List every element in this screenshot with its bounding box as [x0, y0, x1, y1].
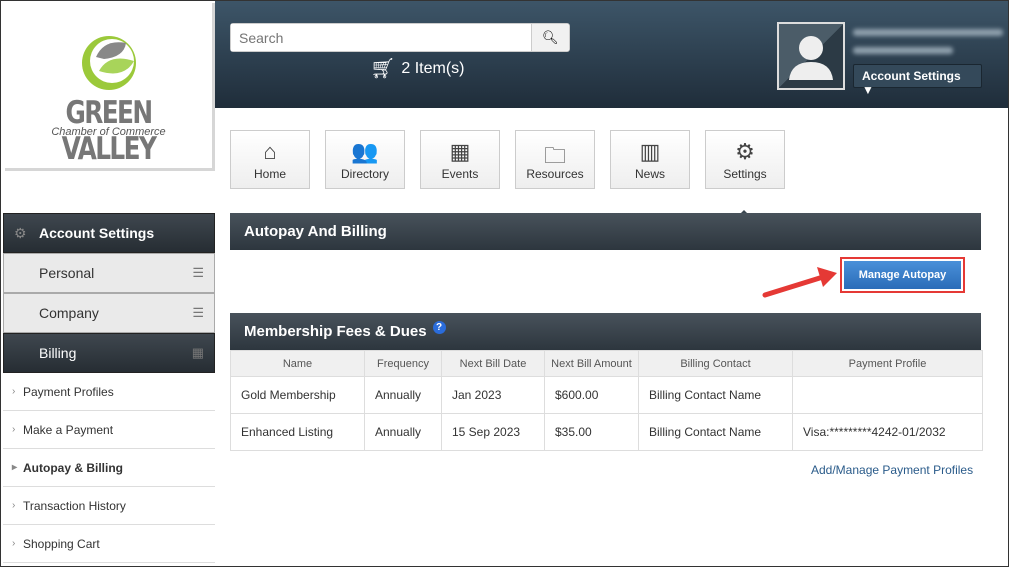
- menu-icon: ☰: [192, 265, 204, 280]
- leaf-logo-icon: [81, 36, 136, 90]
- users-icon: 👥: [351, 139, 379, 164]
- table-row: Enhanced Listing Annually 15 Sep 2023 $35.0…: [230, 413, 983, 451]
- nav-label: Events: [441, 167, 479, 181]
- account-settings-dropdown[interactable]: Account Settings ▼: [853, 64, 982, 97]
- folder-icon: 🗀: [543, 143, 566, 168]
- section-label: Company: [39, 305, 99, 321]
- column-header: Next Bill Date: [441, 350, 545, 377]
- table-header-row: Name Frequency Next Bill Date Next Bill …: [230, 350, 983, 377]
- header: 🔍︎ 🛒︎ 2 Item(s) Account Settings ▼: [215, 1, 1008, 108]
- column-header: Payment Profile: [792, 350, 983, 377]
- cart-icon: 🛒︎: [370, 58, 396, 80]
- section-label: Personal: [39, 265, 95, 281]
- nav-resources[interactable]: 🗀 Resources: [515, 130, 595, 189]
- cell: Billing Contact Name: [638, 376, 793, 414]
- logo-subtitle: Chamber of Commerce: [51, 126, 166, 138]
- sidebar: ⚙ Account Settings Personal ☰ Company ☰ Bil…: [3, 213, 215, 563]
- cell: Enhanced Listing: [230, 413, 365, 451]
- sidebar-header: ⚙ Account Settings: [3, 213, 215, 253]
- nav-directory[interactable]: 👥 Directory: [325, 130, 405, 189]
- logo[interactable]: GREEN VALLEY Chamber of Commerce: [5, 3, 215, 171]
- blurred-user-info: [853, 29, 1003, 36]
- manage-autopay-button[interactable]: Manage Autopay: [844, 261, 961, 289]
- sidebar-item-autopay-billing[interactable]: Autopay & Billing: [3, 449, 215, 487]
- sidebar-item-make-payment[interactable]: Make a Payment: [3, 411, 215, 449]
- gear-icon: ⚙: [735, 139, 755, 164]
- nav-label: Settings: [723, 167, 767, 181]
- sidebar-section-billing[interactable]: Billing ▦: [3, 333, 215, 373]
- caret-down-icon: ▼: [862, 83, 874, 97]
- fees-table: Name Frequency Next Bill Date Next Bill …: [230, 350, 983, 451]
- sidebar-item-transaction-history[interactable]: Transaction History: [3, 487, 215, 525]
- gear-icon: ⚙: [14, 224, 27, 241]
- grid-icon: ▦: [191, 345, 204, 360]
- nav-home[interactable]: ⌂ Home: [230, 130, 310, 189]
- nav-label: News: [634, 167, 665, 181]
- cell: Annually: [364, 376, 442, 414]
- cell: Jan 2023: [441, 376, 545, 414]
- sidebar-item-shopping-cart[interactable]: Shopping Cart: [3, 525, 215, 563]
- column-header: Frequency: [364, 350, 442, 377]
- column-header: Name: [230, 350, 365, 377]
- menu-icon: ☰: [192, 305, 204, 320]
- column-header: Next Bill Amount: [544, 350, 639, 377]
- sidebar-section-personal[interactable]: Personal ☰: [3, 253, 215, 293]
- search-button[interactable]: 🔍︎: [531, 24, 569, 51]
- sidebar-title: Account Settings: [39, 225, 155, 241]
- table-row: Gold Membership Annually Jan 2023 $600.00 Bi…: [230, 376, 983, 414]
- building-icon: ▥: [639, 139, 661, 164]
- nav-label: Directory: [340, 167, 389, 181]
- home-icon: ⌂: [263, 139, 277, 164]
- sidebar-section-company[interactable]: Company ☰: [3, 293, 215, 333]
- cell: Annually: [364, 413, 442, 451]
- blurred-org-info: [853, 47, 953, 54]
- cell: Billing Contact Name: [638, 413, 793, 451]
- search-input[interactable]: [231, 24, 531, 51]
- cell: $600.00: [544, 376, 639, 414]
- cart-count: 2 Item(s): [401, 59, 465, 77]
- search-box: 🔍︎: [230, 23, 570, 52]
- nav-news[interactable]: ▥ News: [610, 130, 690, 189]
- cart-link[interactable]: 🛒︎ 2 Item(s): [370, 56, 465, 81]
- nav-settings[interactable]: ⚙ Settings: [705, 130, 785, 189]
- cell: $35.00: [544, 413, 639, 451]
- nav-label: Resources: [526, 167, 584, 181]
- cell: [792, 376, 983, 414]
- calendar-icon: ▦: [449, 139, 471, 164]
- help-icon[interactable]: ?: [432, 321, 446, 334]
- account-settings-label: Account Settings: [862, 69, 961, 83]
- cell: Visa:*********4242-01/2032: [792, 413, 983, 451]
- fees-title: Membership Fees & Dues: [244, 323, 427, 340]
- sidebar-item-payment-profiles[interactable]: Payment Profiles: [3, 373, 215, 411]
- cell: 15 Sep 2023: [441, 413, 545, 451]
- add-manage-payment-profiles-link[interactable]: Add/Manage Payment Profiles: [811, 463, 973, 477]
- nav-events[interactable]: ▦ Events: [420, 130, 500, 189]
- page-title: Autopay And Billing: [230, 213, 981, 250]
- manage-autopay-highlight: Manage Autopay: [840, 257, 965, 293]
- main-nav: ⌂ Home 👥 Directory ▦ Events 🗀 Resources ▥ New…: [230, 130, 785, 189]
- search-icon: 🔍︎: [542, 29, 559, 45]
- column-header: Billing Contact: [638, 350, 793, 377]
- user-icon: [789, 36, 833, 80]
- section-label: Billing: [39, 345, 77, 361]
- avatar[interactable]: [777, 22, 845, 90]
- cell: Gold Membership: [230, 376, 365, 414]
- arrow-annotation-icon: [762, 267, 837, 298]
- fees-header: Membership Fees & Dues?: [230, 313, 981, 350]
- nav-label: Home: [253, 167, 286, 181]
